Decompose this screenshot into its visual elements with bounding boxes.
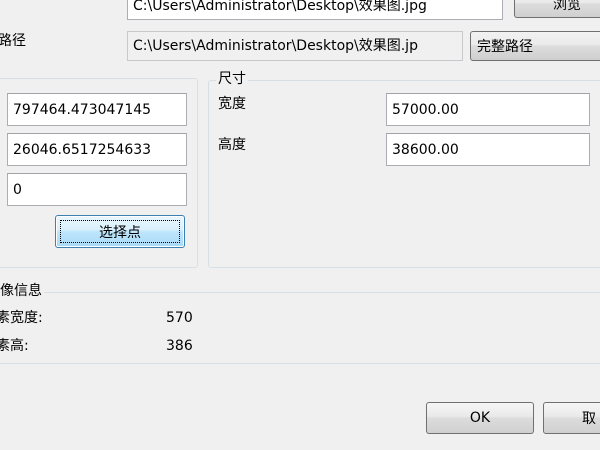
browse-button[interactable]: 浏览 xyxy=(514,0,600,18)
cancel-button-label: 取 xyxy=(582,411,596,427)
ok-button-label: OK xyxy=(469,410,491,426)
ok-button[interactable]: OK xyxy=(426,402,534,434)
size-height-input[interactable]: 38600.00 xyxy=(386,133,590,166)
browse-button-label: 浏览 xyxy=(553,0,581,13)
point-x-value: 797464.473047145 xyxy=(13,101,152,118)
size-height-label: 高度 xyxy=(218,137,246,153)
select-point-label: 选择点 xyxy=(99,224,141,241)
select-point-button[interactable]: 选择点 xyxy=(55,215,185,248)
size-width-value: 57000.00 xyxy=(392,101,459,118)
path-display-field: C:\Users\Administrator\Desktop\效果图.jp xyxy=(127,31,463,61)
path-mode-dropdown[interactable]: 完整路径 xyxy=(470,31,600,61)
image-info-title: 像信息 xyxy=(0,283,44,299)
image-height-label: 素高: xyxy=(0,338,29,354)
image-width-value: 570 xyxy=(166,310,193,326)
point-z-input[interactable]: 0 xyxy=(7,173,187,206)
image-info-group xyxy=(0,292,600,364)
image-height-value: 386 xyxy=(166,338,193,354)
size-width-label: 宽度 xyxy=(218,96,246,112)
size-group-title: 尺寸 xyxy=(216,71,248,87)
point-y-value: 26046.6517254633 xyxy=(13,141,152,158)
path-label: 路径 xyxy=(0,33,26,49)
path-mode-selected: 完整路径 xyxy=(477,39,533,55)
point-x-input[interactable]: 797464.473047145 xyxy=(7,93,187,126)
file-path-value: C:\Users\Administrator\Desktop\效果图.jpg xyxy=(133,0,427,14)
path-display-value: C:\Users\Administrator\Desktop\效果图.jp xyxy=(133,38,418,54)
cancel-button[interactable]: 取 xyxy=(543,402,600,434)
point-z-value: 0 xyxy=(13,181,22,198)
size-width-input[interactable]: 57000.00 xyxy=(386,93,590,126)
image-width-label: 素宽度: xyxy=(0,310,43,326)
point-y-input[interactable]: 26046.6517254633 xyxy=(7,133,187,166)
file-path-field[interactable]: C:\Users\Administrator\Desktop\效果图.jpg xyxy=(127,0,503,20)
size-height-value: 38600.00 xyxy=(392,141,459,158)
